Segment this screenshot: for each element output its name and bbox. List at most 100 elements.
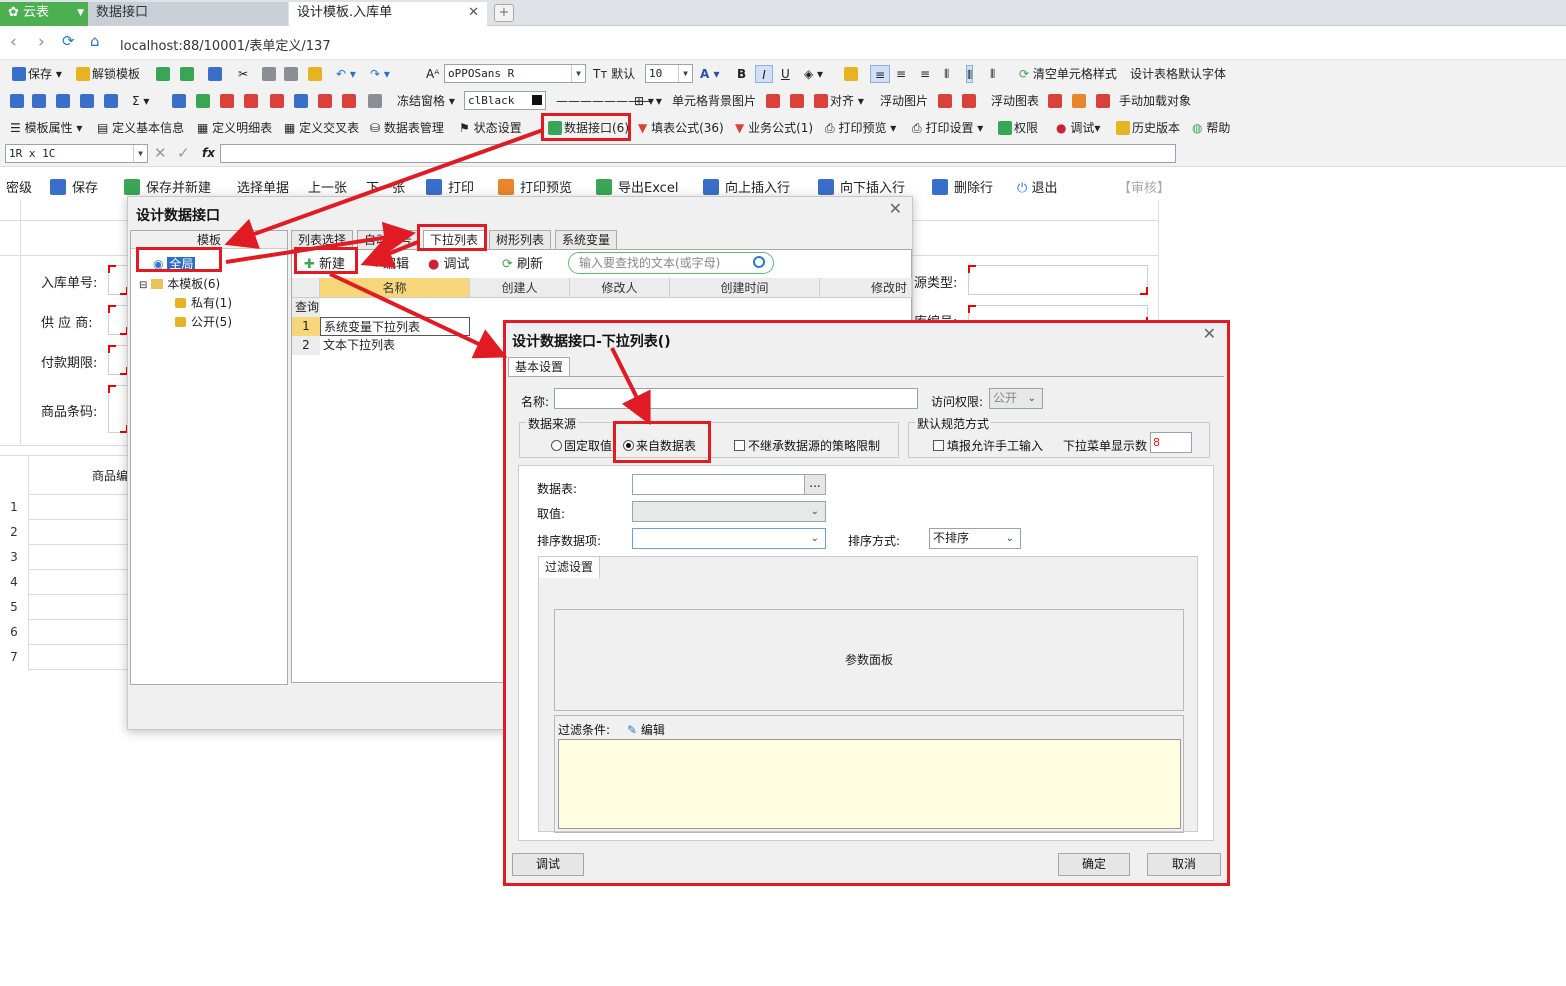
default-font-button[interactable]: Tт 默认 (593, 65, 635, 83)
home-icon[interactable]: ⌂ (90, 32, 100, 50)
undo-button[interactable]: ↶ ▾ (336, 65, 356, 83)
redo-button[interactable]: ↷ ▾ (370, 65, 390, 83)
permissions-button[interactable]: 权限 (998, 119, 1038, 137)
select-doc-button[interactable]: 选择单据 (237, 177, 289, 196)
save-new-button[interactable]: 保存并新建 (124, 177, 211, 196)
tab-tree-list[interactable]: 树形列表 (489, 230, 552, 250)
grid-button[interactable] (56, 92, 72, 110)
tab-auto-number[interactable]: 自动编号 (357, 230, 420, 250)
paste-button[interactable] (284, 65, 300, 83)
grid-button[interactable] (10, 92, 26, 110)
image-button[interactable] (790, 92, 806, 110)
format-painter-button[interactable] (308, 65, 324, 83)
align-right-button[interactable]: ≡ (920, 65, 930, 83)
save-button[interactable]: 保存 ▾ (12, 65, 62, 83)
delete-button[interactable] (244, 92, 260, 110)
debug-button[interactable]: ● 调试 (428, 253, 470, 272)
print-preview-button[interactable]: ⎙ 打印预览 ▾ (825, 119, 896, 137)
form-field[interactable] (108, 385, 128, 433)
image-button[interactable] (938, 92, 954, 110)
align-button[interactable]: 对齐 ▾ (814, 92, 864, 110)
italic-button[interactable]: I (755, 65, 773, 83)
tree-node-private[interactable]: 私有(1) (175, 294, 232, 311)
back-icon[interactable]: ‹ (10, 32, 17, 52)
valign-middle-button[interactable]: ⦀ (966, 65, 974, 83)
secret-level-button[interactable]: 密级 (6, 177, 32, 196)
fill-color-button[interactable]: ◈ ▾ (804, 65, 823, 83)
tab-home[interactable]: ✿ 云表 ▼ (0, 2, 88, 26)
clear-style-button[interactable]: ⟳ 清空单元格样式 (1019, 65, 1117, 83)
export-excel-button[interactable]: 导出Excel (596, 177, 678, 196)
refresh-icon[interactable]: ⟳ (62, 32, 75, 50)
chart-button[interactable] (1048, 92, 1064, 110)
form-field[interactable] (108, 265, 128, 295)
chart-button[interactable] (1072, 92, 1088, 110)
table-row[interactable]: 文本下拉列表 (320, 336, 470, 355)
new-tab-button[interactable]: + (494, 4, 514, 22)
import-button[interactable] (208, 65, 224, 83)
insert-sheet-button[interactable] (156, 65, 172, 83)
column-header[interactable]: 修改人 (570, 278, 670, 298)
print-button[interactable]: 打印 (426, 177, 474, 196)
float-image-button[interactable]: 浮动图片 (880, 92, 928, 110)
insert-button[interactable] (172, 92, 188, 110)
column-header[interactable]: 创建时间 (670, 278, 820, 298)
delete-button[interactable] (220, 92, 236, 110)
valign-top-button[interactable]: ⦀ (944, 65, 949, 83)
url-text[interactable]: localhost:88/10001/表单定义/137 (120, 35, 331, 54)
lock-cell-button[interactable] (844, 65, 860, 83)
default-font-setting-button[interactable]: 设计表格默认字体 (1130, 65, 1226, 83)
biz-formula-button[interactable]: ▼ 业务公式(1) (735, 119, 813, 137)
prev-button[interactable]: 上一张 (308, 177, 347, 196)
tree-node-this-template[interactable]: ⊟ 本模板(6) (139, 275, 220, 292)
delete-row-button[interactable]: 删除行 (932, 177, 993, 196)
unlock-template-button[interactable]: 解锁模板 (76, 65, 140, 83)
delete-sheet-button[interactable] (180, 65, 196, 83)
tab-data-interface[interactable]: 数据接口 (88, 2, 288, 26)
manual-load-button[interactable]: 手动加载对象 (1119, 92, 1191, 110)
sum-button[interactable]: Σ ▾ (132, 92, 149, 110)
copy-button[interactable] (262, 65, 278, 83)
underline-button[interactable]: U (781, 65, 790, 83)
cross-table-button[interactable]: ▦ 定义交叉表 (284, 119, 359, 137)
insert-row-above-button[interactable]: 向上插入行 (703, 177, 790, 196)
insert-row-below-button[interactable]: 向下插入行 (818, 177, 905, 196)
cut-button[interactable]: ✂ (238, 65, 248, 83)
col-button[interactable] (318, 92, 334, 110)
print-preview-button[interactable]: 打印预览 (498, 177, 572, 196)
refresh-button[interactable]: ⟳ 刷新 (502, 253, 543, 272)
float-chart-button[interactable]: 浮动图表 (991, 92, 1039, 110)
align-center-button[interactable]: ≡ (896, 65, 906, 83)
formula-input[interactable] (220, 144, 1176, 163)
history-button[interactable]: 历史版本 (1116, 119, 1180, 137)
tab-system-var[interactable]: 系统变量 (555, 230, 618, 250)
table-mgmt-button[interactable]: ⛁ 数据表管理 (370, 119, 444, 137)
column-header[interactable]: 创建人 (470, 278, 570, 298)
help-button[interactable]: ◍ 帮助 (1192, 119, 1230, 137)
cancel-icon[interactable]: ✕ (154, 144, 167, 162)
table-row[interactable]: 系统变量下拉列表 (320, 317, 470, 336)
exit-button[interactable]: ⏻ 退出 (1017, 177, 1057, 196)
confirm-icon[interactable]: ✓ (177, 144, 190, 162)
form-field[interactable] (108, 305, 128, 335)
grid-button[interactable] (80, 92, 96, 110)
image-button[interactable] (962, 92, 978, 110)
debug-button[interactable]: ● 调试▾ (1056, 119, 1100, 137)
font-color-button[interactable]: A ▾ (700, 65, 720, 83)
font-size-select[interactable]: 10 ▼ (645, 64, 693, 83)
row-button[interactable] (270, 92, 286, 110)
forward-icon[interactable]: › (38, 32, 45, 52)
col-button[interactable] (342, 92, 358, 110)
edit-button[interactable]: ✎ 编辑 (368, 253, 409, 272)
font-family-select[interactable]: oPPOSans R ▼ (444, 64, 586, 83)
close-icon[interactable]: ✕ (889, 199, 902, 218)
search-input[interactable]: 输入要查找的文本(或字母) (568, 252, 774, 274)
form-field[interactable] (108, 345, 128, 375)
print-settings-button[interactable]: ⎙ 打印设置 ▾ (912, 119, 983, 137)
audit-button[interactable]: 【审核】 (1118, 177, 1170, 196)
color-select[interactable]: clBlack (464, 91, 546, 110)
valign-bottom-button[interactable]: ⦀ (990, 65, 995, 83)
tab-design-template[interactable]: 设计模板.入库单 ✕ (289, 2, 487, 26)
chevron-down-icon[interactable]: ▼ (77, 2, 84, 24)
col-button[interactable] (294, 92, 310, 110)
